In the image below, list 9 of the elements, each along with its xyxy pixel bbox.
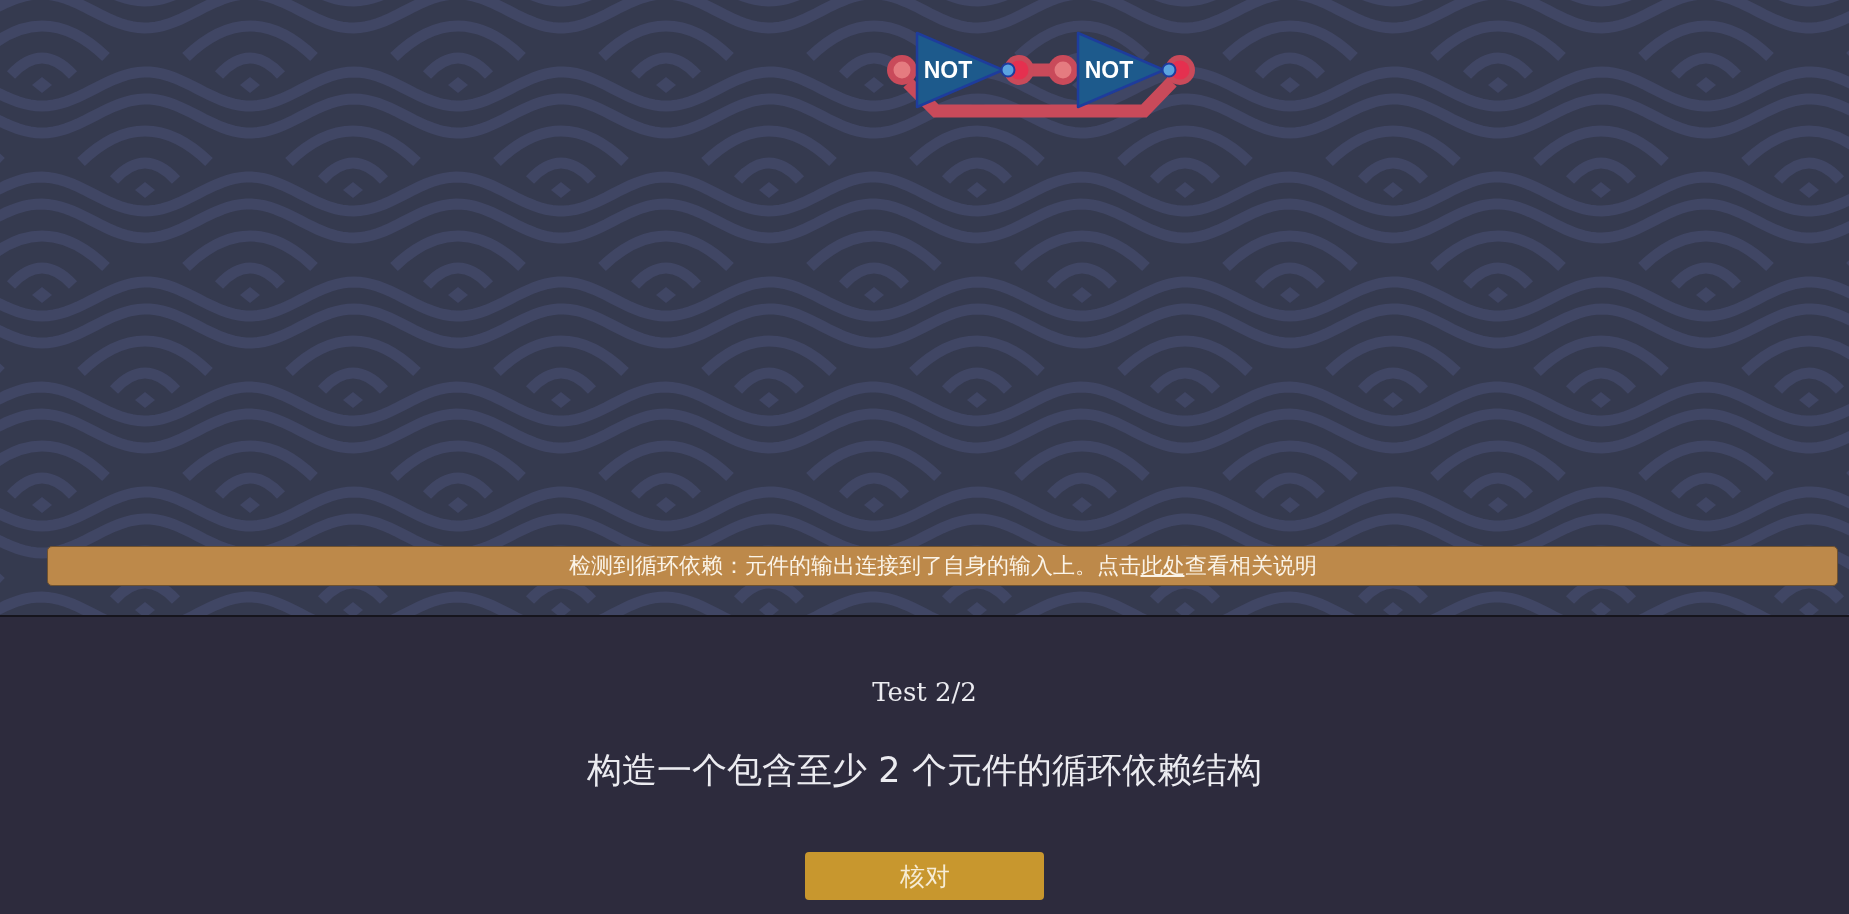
test-counter: Test 2/2 (872, 676, 977, 709)
port-dot-icon (1161, 62, 1177, 78)
input-pin (1048, 55, 1078, 85)
warning-message: 检测到循环依赖：元件的输出连接到了自身的输入上。点击此处查看相关说明 (568, 552, 1317, 580)
port-dot-icon (1000, 62, 1016, 78)
task-description: 构造一个包含至少 2 个元件的循环依赖结构 (587, 749, 1262, 792)
check-button[interactable]: 核对 (805, 852, 1044, 900)
input-pin (887, 55, 917, 85)
help-link[interactable]: 此处 (1140, 553, 1185, 578)
